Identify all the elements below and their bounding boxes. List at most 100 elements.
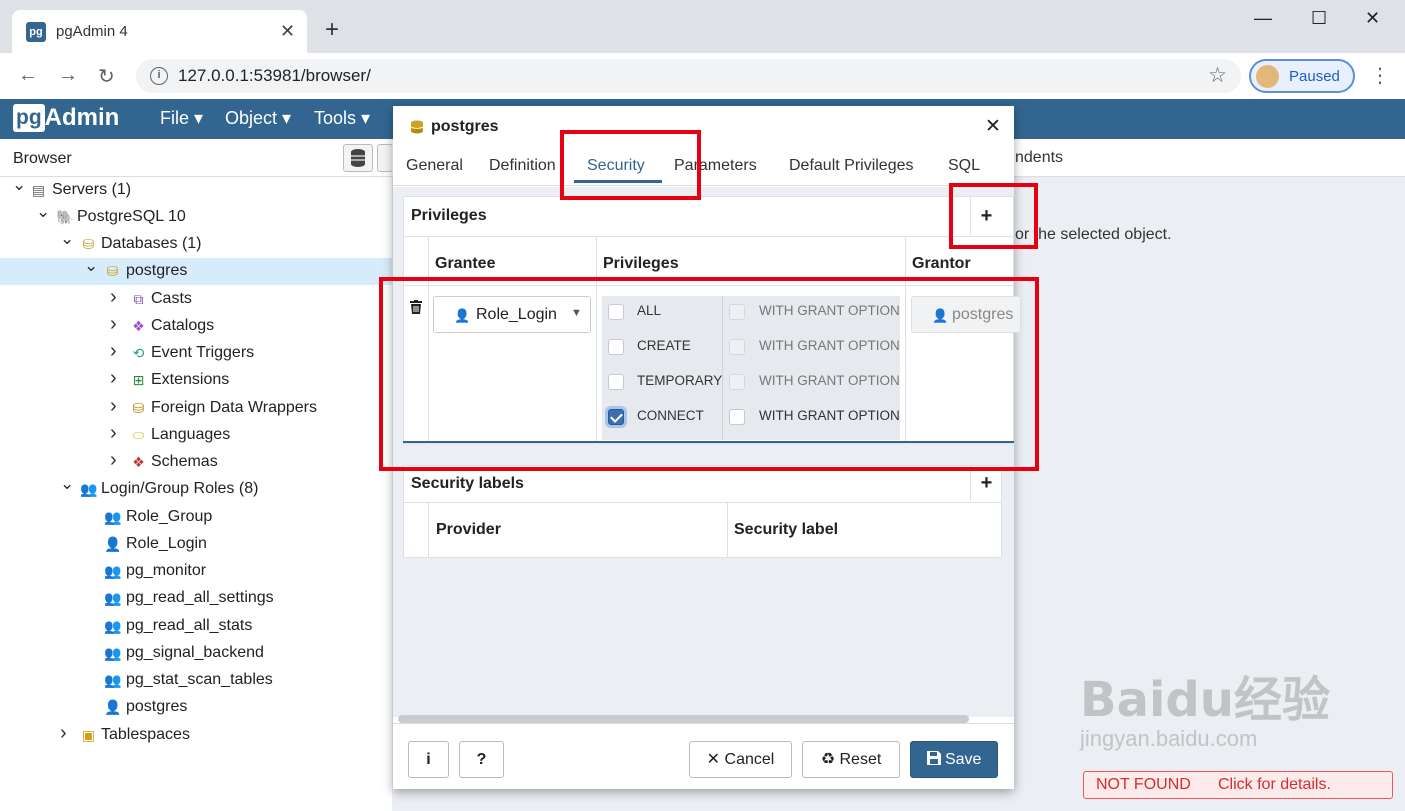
group-role-icon: 👥 <box>104 509 122 525</box>
chevron-down-icon[interactable]: ⌄ <box>84 256 98 276</box>
tree-item[interactable]: 👥 Role_Group <box>0 504 392 531</box>
chevron-down-icon[interactable]: ⌄ <box>36 202 50 222</box>
browser-tab-strip: pg pgAdmin 4 ✕ + — ☐ ✕ <box>0 0 1405 53</box>
cast-icon: ⧉ <box>133 291 144 307</box>
query-tool-button[interactable] <box>343 144 373 172</box>
tree-item-label: Tablespaces <box>101 726 190 743</box>
reload-icon[interactable]: ↻ <box>98 64 115 89</box>
tree-item[interactable]: › ⊞ Extensions <box>0 367 392 394</box>
tab-definition[interactable]: Definition <box>489 157 556 175</box>
tree-item[interactable]: 👥 pg_read_all_stats <box>0 613 392 640</box>
horizontal-scrollbar[interactable] <box>398 715 969 723</box>
tree-item[interactable]: ⌄ ▤ Servers (1) <box>0 175 392 204</box>
tree-item-label: pg_read_all_stats <box>126 617 253 634</box>
back-icon[interactable]: ← <box>18 64 38 87</box>
tree-item-label: Role_Login <box>126 535 207 552</box>
tree-item[interactable]: 👥 pg_monitor <box>0 558 392 585</box>
chevron-right-icon[interactable]: › <box>110 286 117 309</box>
extension-icon: ⊞ <box>132 372 145 388</box>
highlight-privilege-row <box>379 277 1039 471</box>
chevron-right-icon[interactable]: › <box>110 313 117 336</box>
tree-item-label: postgres <box>126 262 188 279</box>
databases-icon: ⛁ <box>82 236 95 252</box>
chevron-right-icon[interactable]: › <box>110 367 117 390</box>
url-text[interactable]: 127.0.0.1:53981/browser/ <box>178 66 371 86</box>
window-close-icon[interactable]: ✕ <box>1365 8 1380 29</box>
menu-object[interactable]: Object ▾ <box>225 108 291 129</box>
group-role-icon: 👥 <box>104 590 122 606</box>
tree-item[interactable]: 👤 Role_Login <box>0 531 392 558</box>
dialog-close-icon[interactable]: ✕ <box>985 115 1001 138</box>
recycle-icon: ♻ <box>820 751 836 768</box>
highlight-security-tab <box>560 130 701 200</box>
tree-item[interactable]: › ⬭ Languages <box>0 422 392 449</box>
dialog-header: postgres ✕ <box>393 106 1014 146</box>
bookmark-star-icon[interactable]: ☆ <box>1208 63 1227 88</box>
browser-panel-title: Browser <box>13 150 72 167</box>
browser-menu-icon[interactable]: ⋮ <box>1370 63 1390 88</box>
minimize-icon[interactable]: — <box>1254 8 1272 29</box>
help-button[interactable]: ? <box>459 741 504 778</box>
group-role-icon: 👥 <box>104 672 122 688</box>
database-icon <box>410 120 424 134</box>
error-status: NOT FOUND <box>1096 776 1191 793</box>
profile-label: Paused <box>1289 68 1340 85</box>
chevron-right-icon[interactable]: › <box>110 422 117 445</box>
tree-item[interactable]: ⌄ ⛁ Databases (1) <box>0 229 392 258</box>
cancel-button[interactable]: ✕ Cancel <box>689 741 792 778</box>
fdw-icon: ⛁ <box>132 400 145 416</box>
menu-tools[interactable]: Tools ▾ <box>314 108 370 129</box>
tab-default-privileges[interactable]: Default Privileges <box>789 157 914 175</box>
maximize-icon[interactable]: ☐ <box>1311 8 1327 29</box>
site-info-icon[interactable]: i <box>150 67 168 85</box>
error-notification[interactable]: NOT FOUND Click for details. <box>1083 771 1393 799</box>
tab-dependents[interactable]: ndents <box>1015 149 1063 167</box>
tree-item[interactable]: › ⧉ Casts <box>0 286 392 313</box>
forward-icon[interactable]: → <box>58 64 78 87</box>
tree-item-label: Role_Group <box>126 508 213 525</box>
address-bar[interactable]: i 127.0.0.1:53981/browser/ ☆ <box>136 59 1241 93</box>
database-icon: ⛁ <box>106 263 119 279</box>
reset-button[interactable]: ♻ Reset <box>802 741 900 778</box>
tree-item[interactable]: 👥 pg_stat_scan_tables <box>0 667 392 694</box>
elephant-icon: 🐘 <box>56 209 74 225</box>
properties-button[interactable] <box>377 144 393 172</box>
properties-message: or the selected object. <box>1015 226 1172 243</box>
tree-item[interactable]: › ⛁ Foreign Data Wrappers <box>0 395 392 422</box>
tree-item[interactable]: 👥 pg_read_all_settings <box>0 585 392 612</box>
tree-item[interactable]: › ❖ Catalogs <box>0 313 392 340</box>
info-button[interactable]: i <box>408 741 449 778</box>
chevron-down-icon[interactable]: ⌄ <box>60 229 74 249</box>
tree-item[interactable]: ⌄ ⛁ postgres <box>0 256 392 285</box>
tree-item[interactable]: ⌄ 🐘 PostgreSQL 10 <box>0 202 392 231</box>
tab-title: pgAdmin 4 <box>56 23 128 40</box>
chevron-right-icon[interactable]: › <box>110 340 117 363</box>
chevron-right-icon[interactable]: › <box>110 449 117 472</box>
tree-item[interactable]: 👤 postgres <box>0 694 392 721</box>
menu-file[interactable]: File ▾ <box>160 108 203 129</box>
dialog-tabs: General Definition Security Parameters D… <box>393 146 1014 186</box>
chevron-down-icon[interactable]: ⌄ <box>12 175 26 195</box>
tree-item-label: pg_read_all_settings <box>126 589 274 606</box>
tree-item-label: Login/Group Roles (8) <box>101 480 259 497</box>
servers-icon: ▤ <box>31 182 46 198</box>
tree-item[interactable]: ⌄ 👥 Login/Group Roles (8) <box>0 474 392 503</box>
browser-tab[interactable]: pg pgAdmin 4 ✕ <box>12 10 307 53</box>
object-tree: ⌄ ▤ Servers (1) ⌄ 🐘 PostgreSQL 10 ⌄ ⛁ Databases … <box>0 175 392 811</box>
tab-sql[interactable]: SQL <box>948 157 980 175</box>
tree-item-label: Event Triggers <box>151 344 255 361</box>
tree-item[interactable]: › ⟲ Event Triggers <box>0 340 392 367</box>
tab-close-icon[interactable]: ✕ <box>280 21 295 42</box>
tree-item[interactable]: › ❖ Schemas <box>0 449 392 476</box>
dialog-footer: i ? ✕ Cancel ♻ Reset Save <box>393 723 1014 789</box>
save-button[interactable]: Save <box>910 741 998 778</box>
tree-item[interactable]: 👥 pg_signal_backend <box>0 640 392 667</box>
schema-icon: ❖ <box>132 454 145 470</box>
chevron-right-icon[interactable]: › <box>60 722 67 745</box>
chevron-right-icon[interactable]: › <box>110 395 117 418</box>
new-tab-icon[interactable]: + <box>325 18 339 42</box>
profile-button[interactable]: Paused <box>1249 59 1355 93</box>
chevron-down-icon[interactable]: ⌄ <box>60 474 74 494</box>
tab-general[interactable]: General <box>406 157 463 175</box>
tree-item[interactable]: › ▣ Tablespaces <box>0 722 392 749</box>
